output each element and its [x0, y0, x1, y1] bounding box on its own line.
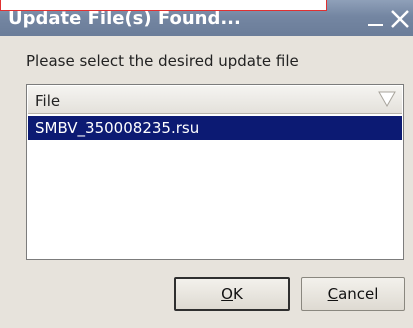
ok-button-mnemonic: O: [221, 285, 233, 303]
window-controls: [367, 6, 411, 30]
ok-button[interactable]: OK: [174, 277, 290, 311]
close-icon[interactable]: [389, 6, 411, 30]
sort-triangle-icon[interactable]: [378, 91, 396, 108]
dialog-prompt: Please select the desired update file: [26, 52, 299, 70]
cancel-button-mnemonic: C: [327, 285, 339, 303]
cancel-button-label-rest: ancel: [338, 285, 379, 303]
column-header-label: File: [35, 92, 61, 110]
list-item-selected[interactable]: SMBV_350008235.rsu: [28, 116, 402, 140]
cancel-button[interactable]: Cancel: [301, 277, 405, 311]
update-dialog-window: Update File(s) Found... Please select th…: [0, 0, 413, 328]
ok-button-label-rest: K: [232, 285, 243, 303]
window-title: Update File(s) Found...: [8, 8, 241, 29]
title-highlight-outline: [0, 0, 327, 11]
list-item-label: SMBV_350008235.rsu: [35, 119, 200, 137]
column-header-file[interactable]: File: [28, 86, 402, 114]
minimize-icon[interactable]: [367, 6, 385, 30]
update-file-list[interactable]: File SMBV_350008235.rsu: [26, 84, 404, 260]
